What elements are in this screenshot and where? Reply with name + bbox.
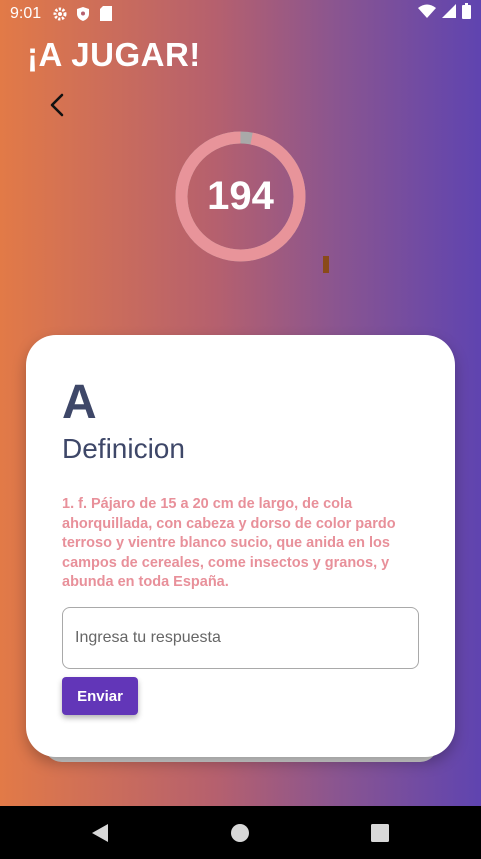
question-card: A Definicion 1. f. Pájaro de 15 a 20 cm … bbox=[26, 335, 455, 757]
chevron-left-icon bbox=[50, 93, 64, 117]
progress-marker bbox=[323, 256, 329, 273]
wifi-icon bbox=[418, 4, 436, 23]
signal-icon bbox=[442, 4, 456, 23]
shield-icon bbox=[74, 5, 92, 23]
navigation-bar bbox=[0, 806, 481, 859]
back-triangle-icon[interactable] bbox=[89, 822, 111, 844]
send-button[interactable]: Enviar bbox=[62, 677, 138, 715]
app-screen: 9:01 ¡A JUGAR! 194 A Definicion 1. f. Pá… bbox=[0, 0, 481, 806]
countdown-timer: 194 bbox=[175, 131, 306, 262]
definition-heading: Definicion bbox=[62, 433, 185, 464]
letter-heading: A bbox=[62, 376, 97, 429]
recents-square-icon[interactable] bbox=[369, 822, 391, 844]
battery-icon bbox=[462, 3, 471, 24]
answer-input[interactable] bbox=[62, 607, 419, 669]
status-bar: 9:01 bbox=[0, 0, 481, 27]
status-right-group bbox=[418, 3, 471, 24]
status-time: 9:01 bbox=[10, 4, 42, 22]
definition-text: 1. f. Pájaro de 15 a 20 cm de largo, de … bbox=[62, 496, 396, 590]
back-button[interactable] bbox=[40, 88, 74, 122]
timer-value: 194 bbox=[207, 174, 274, 218]
home-circle-icon[interactable] bbox=[229, 822, 251, 844]
page-title: ¡A JUGAR! bbox=[27, 36, 201, 73]
sd-card-icon bbox=[97, 5, 115, 23]
gear-icon bbox=[51, 5, 69, 23]
